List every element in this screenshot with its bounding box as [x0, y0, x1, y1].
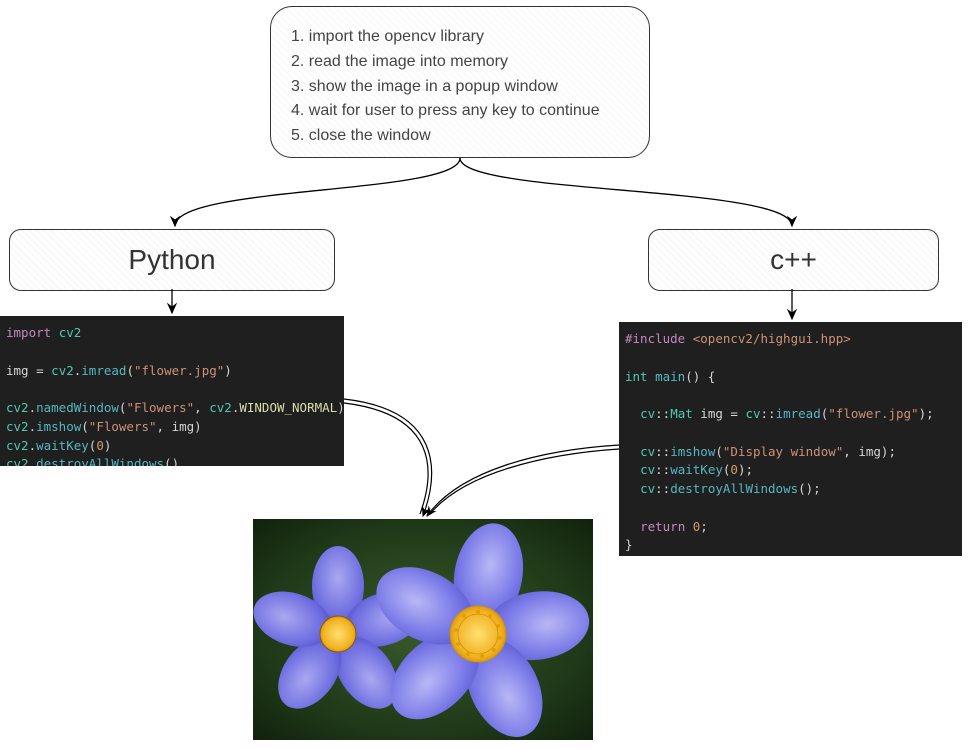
step-line: 3. show the image in a popup window — [291, 75, 629, 100]
code-line — [625, 349, 956, 368]
cpp-label: c++ — [770, 244, 817, 276]
code-line: cv::Mat img = cv::imread("flower.jpg"); — [625, 405, 956, 424]
step-line: 2. read the image into memory — [291, 50, 629, 75]
code-line: return 0; — [625, 518, 956, 537]
python-label: Python — [128, 244, 215, 276]
code-line: cv::destroyAllWindows(); — [625, 480, 956, 499]
code-line — [625, 386, 956, 405]
python-code-block: import cv2 img = cv2.imread("flower.jpg"… — [0, 316, 344, 466]
python-label-box: Python — [9, 229, 335, 291]
flower-image — [253, 519, 593, 740]
code-line — [625, 424, 956, 443]
code-line: import cv2 — [6, 324, 338, 343]
code-line: cv2.imshow("Flowers", img) — [6, 418, 338, 437]
step-line: 4. wait for user to press any key to con… — [291, 99, 629, 124]
code-line: img = cv2.imread("flower.jpg") — [6, 362, 338, 381]
code-line — [6, 343, 338, 362]
code-line: #include <opencv2/highgui.hpp> — [625, 330, 956, 349]
code-line: cv2.namedWindow("Flowers", cv2.WINDOW_NO… — [6, 399, 338, 418]
code-line: cv::imshow("Display window", img); — [625, 443, 956, 462]
code-line — [625, 499, 956, 518]
code-line: } — [625, 536, 956, 555]
steps-box: 1. import the opencv library2. read the … — [270, 6, 650, 158]
cpp-label-box: c++ — [648, 229, 939, 291]
code-line — [6, 380, 338, 399]
cpp-code-block: #include <opencv2/highgui.hpp> int main(… — [619, 322, 962, 556]
step-line: 5. close the window — [291, 124, 629, 149]
code-line: int main() { — [625, 368, 956, 387]
code-line: cv2.waitKey(0) — [6, 437, 338, 456]
code-line: cv2.destroyAllWindows() — [6, 455, 338, 466]
step-line: 1. import the opencv library — [291, 25, 629, 50]
code-line: cv::waitKey(0); — [625, 461, 956, 480]
